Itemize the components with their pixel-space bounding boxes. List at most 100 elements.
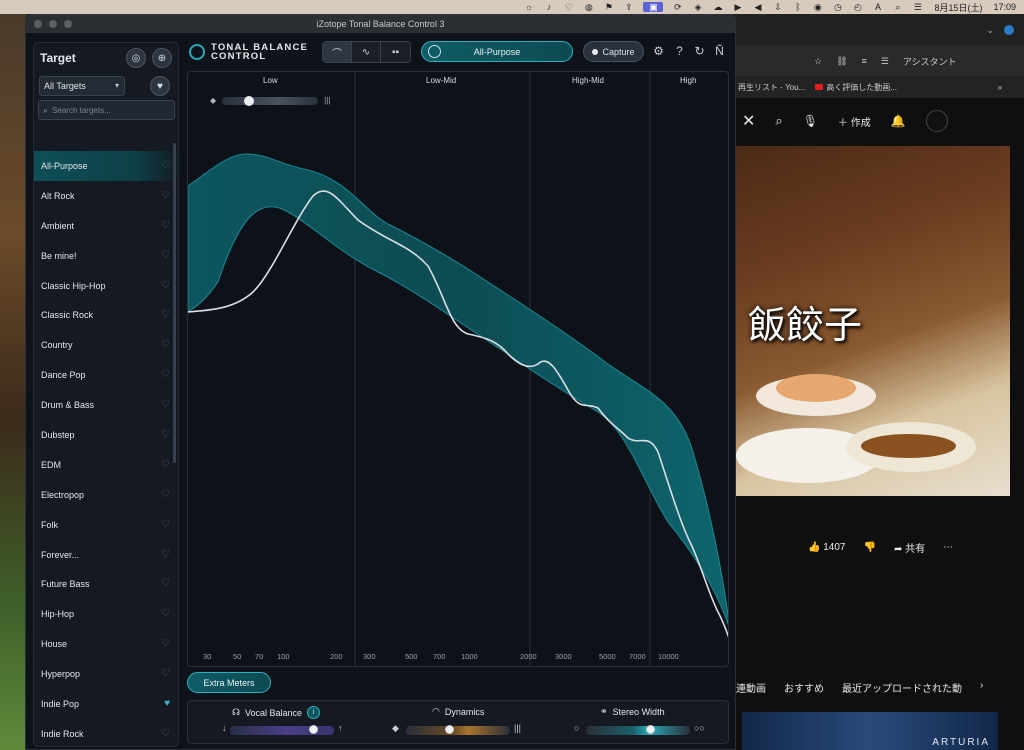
list-item[interactable]: Folk ♡ xyxy=(34,510,178,540)
create-button[interactable]: ＋ 作成 xyxy=(838,114,871,129)
heart-icon[interactable]: ♡ xyxy=(161,429,170,440)
microphone-icon[interactable]: 🎙 xyxy=(803,114,818,128)
brightness-icon[interactable]: ☼ xyxy=(523,2,534,12)
bookmark-liked[interactable]: 高く評価した動画... xyxy=(815,82,897,93)
target-filter-dropdown[interactable]: All Targets ▾ xyxy=(39,76,125,96)
reset-icon[interactable]: ↻ xyxy=(692,43,707,58)
cloud-icon[interactable]: ☁ xyxy=(712,2,723,12)
list-item[interactable]: Be mine! ♡ xyxy=(34,241,178,271)
close-icon[interactable]: ✕ xyxy=(742,111,755,131)
screen-share-icon[interactable]: ▣ xyxy=(643,2,664,12)
list-item[interactable]: Hyperpop ♡ xyxy=(34,659,178,689)
play-icon[interactable]: ▶ xyxy=(732,2,743,12)
tab-related[interactable]: 連動画 xyxy=(736,680,766,695)
volume-icon[interactable]: ◀ xyxy=(752,2,763,12)
tab-recent[interactable]: 最近アップロードされた動 xyxy=(842,680,962,695)
list-item[interactable]: Indie Pop ♥ xyxy=(34,689,178,719)
heart-icon[interactable]: ♡ xyxy=(161,399,170,410)
tab-recommended[interactable]: おすすめ xyxy=(784,680,824,695)
fine-view-button[interactable]: ∿ xyxy=(352,42,381,62)
bars-view-button[interactable]: ▪▪ xyxy=(381,42,410,62)
list-item[interactable]: Forever... ♡ xyxy=(34,540,178,570)
reader-icon[interactable]: ≡ xyxy=(862,56,867,66)
wifi-icon[interactable]: ◉ xyxy=(812,2,823,12)
assistant-button[interactable]: アシスタント xyxy=(903,55,957,68)
capture-button[interactable]: Capture xyxy=(583,41,644,62)
list-item[interactable]: Dance Pop ♡ xyxy=(34,360,178,390)
star-icon[interactable]: ☆ xyxy=(814,56,822,67)
gear-icon[interactable]: ⚙ xyxy=(651,43,666,58)
heart-icon[interactable]: ♡ xyxy=(161,519,170,530)
share-button[interactable]: ➦ 共有 xyxy=(894,540,925,555)
list-item[interactable]: Electropop ♡ xyxy=(34,480,178,510)
list-item[interactable]: Classic Rock ♡ xyxy=(34,300,178,330)
chevron-right-icon[interactable]: › xyxy=(980,680,983,695)
list-item[interactable]: House ♡ xyxy=(34,629,178,659)
more-icon[interactable]: ⋯ xyxy=(943,542,953,553)
heart-icon[interactable]: ♡ xyxy=(161,549,170,560)
crossover-slider[interactable] xyxy=(222,95,319,106)
search-icon[interactable]: ⌕ xyxy=(892,2,903,12)
heart-icon[interactable]: ♡ xyxy=(161,638,170,649)
dynamics-bar[interactable] xyxy=(406,725,510,735)
menubar-time[interactable]: 17:09 xyxy=(993,2,1016,12)
shield-icon[interactable]: ♡ xyxy=(563,2,574,12)
list-item[interactable]: EDM ♡ xyxy=(34,450,178,480)
search-input[interactable] xyxy=(52,105,163,115)
target-mode-button[interactable]: ◎ xyxy=(126,48,146,68)
heart-icon[interactable]: ♡ xyxy=(161,220,170,231)
chevron-down-icon[interactable]: ⌄ xyxy=(986,25,994,36)
bluetooth-icon[interactable]: ᛒ xyxy=(792,2,803,12)
list-item[interactable]: Classic Hip-Hop ♡ xyxy=(34,271,178,301)
list-item[interactable]: Indie Rock ♡ xyxy=(34,719,178,746)
box-icon[interactable]: ◈ xyxy=(692,2,703,12)
heart-icon[interactable]: ♡ xyxy=(161,309,170,320)
music-icon[interactable]: ♪ xyxy=(543,2,554,12)
extension-icon[interactable] xyxy=(1004,25,1014,35)
add-target-button[interactable]: ⊕ xyxy=(152,48,172,68)
target-preset-button[interactable]: All-Purpose xyxy=(421,41,573,62)
list-item[interactable]: Country ♡ xyxy=(34,330,178,360)
video-player[interactable]: 飯餃子 xyxy=(736,146,1010,496)
sync-icon[interactable]: ⟳ xyxy=(672,2,683,12)
menubar-date[interactable]: 8月15日(土) xyxy=(934,1,982,14)
izotope-icon[interactable]: Ñ xyxy=(712,43,727,58)
favorites-filter-button[interactable]: ♥ xyxy=(150,76,170,96)
heart-icon[interactable]: ♡ xyxy=(161,608,170,619)
upload-icon[interactable]: ⇪ xyxy=(623,2,634,12)
time-machine-icon[interactable]: ◷ xyxy=(832,2,843,12)
flag-icon[interactable]: ⚑ xyxy=(603,2,614,12)
cat-icon[interactable]: ◍ xyxy=(583,2,594,12)
search-icon[interactable]: ⌕ xyxy=(775,113,782,129)
heart-icon[interactable]: ♡ xyxy=(161,339,170,350)
list-item[interactable]: Dubstep ♡ xyxy=(34,420,178,450)
list-item[interactable]: Alt Rock ♡ xyxy=(34,181,178,211)
dislike-button[interactable]: 👎 xyxy=(863,542,875,553)
heart-icon[interactable]: ♡ xyxy=(161,668,170,679)
list-item[interactable]: Future Bass ♡ xyxy=(34,569,178,599)
video-thumbnail[interactable]: ARTURIA xyxy=(742,712,998,750)
input-source-icon[interactable]: A xyxy=(872,2,883,12)
list-item[interactable]: Hip-Hop ♡ xyxy=(34,599,178,629)
heart-icon[interactable]: ♡ xyxy=(161,190,170,201)
heart-icon[interactable]: ♡ xyxy=(161,459,170,470)
more-bookmarks-icon[interactable]: » xyxy=(998,83,1024,92)
control-center-icon[interactable]: ☰ xyxy=(912,2,923,12)
menu-icon[interactable]: ☰ xyxy=(881,56,889,67)
download-icon[interactable]: ⇩ xyxy=(772,2,783,12)
bookmark-playlist[interactable]: 再生リスト - You... xyxy=(738,82,805,93)
heart-icon[interactable]: ♡ xyxy=(161,160,170,171)
avatar[interactable] xyxy=(925,110,948,132)
list-item[interactable]: All-Purpose ♡ xyxy=(34,151,178,181)
broad-view-button[interactable]: ⌒ xyxy=(323,42,352,62)
heart-icon[interactable]: ♡ xyxy=(161,280,170,291)
slider-handle[interactable] xyxy=(244,95,255,106)
stereo-width-bar[interactable] xyxy=(586,725,690,735)
list-item[interactable]: Ambient ♡ xyxy=(34,211,178,241)
bell-icon[interactable]: 🔔 xyxy=(891,114,906,128)
vocal-balance-info-button[interactable]: i xyxy=(307,706,321,719)
list-item[interactable]: Drum & Bass ♡ xyxy=(34,390,178,420)
extra-meters-button[interactable]: Extra Meters xyxy=(187,672,271,693)
sidebar-scrollbar[interactable] xyxy=(173,143,176,463)
heart-icon[interactable]: ♡ xyxy=(161,728,170,739)
